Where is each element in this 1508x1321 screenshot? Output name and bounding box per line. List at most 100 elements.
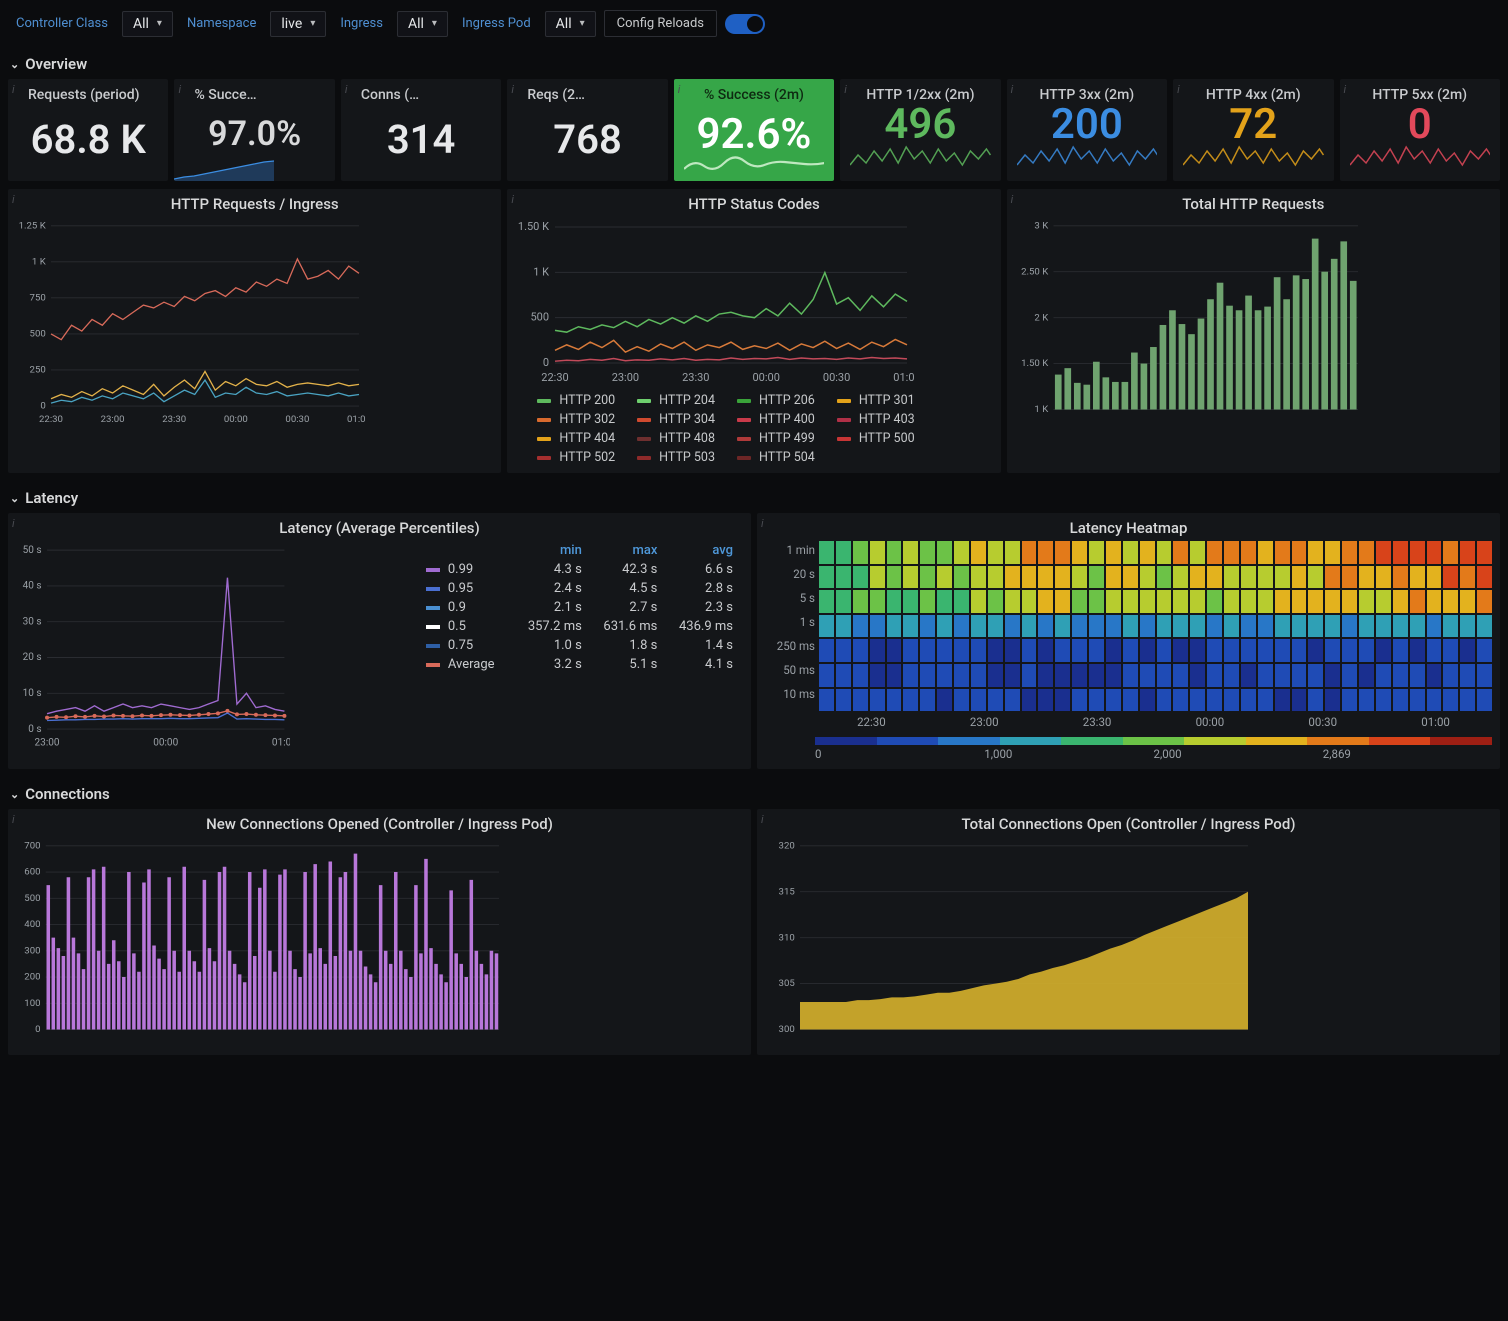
heatmap-cell <box>937 590 952 613</box>
legend-item[interactable]: HTTP 400 <box>737 412 815 427</box>
heatmap-cell <box>1359 689 1374 712</box>
info-icon[interactable]: i <box>761 813 764 826</box>
heatmap-cell <box>1072 615 1087 638</box>
heatmap-cell <box>1190 590 1205 613</box>
heatmap-cell <box>1089 639 1104 662</box>
heatmap-cell <box>1477 590 1492 613</box>
row-header-connections[interactable]: ⌄ Connections <box>8 777 1500 809</box>
row-header-overview[interactable]: ⌄ Overview <box>8 47 1500 79</box>
stat-card-0[interactable]: i Requests (period) 68.8 K <box>8 79 168 181</box>
info-icon[interactable]: i <box>12 517 15 530</box>
heatmap-cell <box>1123 566 1138 589</box>
legend-item[interactable]: HTTP 504 <box>737 450 815 465</box>
info-icon[interactable]: i <box>1011 193 1014 206</box>
heatmap-cell <box>1477 639 1492 662</box>
heatmap-cell <box>920 689 935 712</box>
heatmap-cell <box>954 615 969 638</box>
info-icon[interactable]: i <box>1011 83 1014 96</box>
table-row[interactable]: 0.9 2.1 s2.7 s2.3 s <box>420 598 739 617</box>
legend-item[interactable]: HTTP 204 <box>637 393 715 408</box>
info-icon[interactable]: i <box>761 517 764 530</box>
legend-item[interactable]: HTTP 304 <box>637 412 715 427</box>
stat-card-7[interactable]: i HTTP 4xx (2m) 72 <box>1173 79 1333 181</box>
heatmap-cell <box>1005 689 1020 712</box>
legend-item[interactable]: HTTP 499 <box>737 431 815 446</box>
legend-item[interactable]: HTTP 200 <box>537 393 615 408</box>
row-header-latency[interactable]: ⌄ Latency <box>8 481 1500 513</box>
table-row[interactable]: Average 3.2 s5.1 s4.1 s <box>420 655 739 674</box>
heatmap-cell <box>1055 689 1070 712</box>
table-row[interactable]: 0.5 357.2 ms631.6 ms436.9 ms <box>420 617 739 636</box>
chevron-down-icon: ▾ <box>310 18 315 29</box>
heatmap-cell <box>1275 615 1290 638</box>
dropdown-ingress[interactable]: All▾ <box>397 11 448 37</box>
heatmap-cell <box>1359 590 1374 613</box>
dropdown-ingress-pod[interactable]: All▾ <box>545 11 596 37</box>
heatmap-cell <box>1292 590 1307 613</box>
svg-text:22:30: 22:30 <box>542 371 569 384</box>
stat-card-5[interactable]: i HTTP 1/2xx (2m) 496 <box>840 79 1000 181</box>
heatmap-cell <box>887 639 902 662</box>
table-row[interactable]: 0.95 2.4 s4.5 s2.8 s <box>420 579 739 598</box>
info-icon[interactable]: i <box>12 83 15 96</box>
heatmap-cell <box>819 664 834 687</box>
heatmap-cell <box>1258 566 1273 589</box>
heatmap-cell <box>1157 639 1172 662</box>
heatmap-cell <box>1308 541 1323 564</box>
table-row[interactable]: 0.99 4.3 s42.3 s6.6 s <box>420 560 739 579</box>
heatmap-cell <box>937 639 952 662</box>
heatmap-cell <box>1443 664 1458 687</box>
legend-item[interactable]: HTTP 500 <box>837 431 915 446</box>
panel-http-requests-ingress: i HTTP Requests / Ingress 02505007501 K1… <box>8 189 501 473</box>
info-icon[interactable]: i <box>178 83 181 96</box>
info-icon[interactable]: i <box>1177 83 1180 96</box>
stat-card-1[interactable]: i % Succe… 97.0% <box>174 79 334 181</box>
heatmap-cell <box>1308 615 1323 638</box>
heatmap-cell <box>1089 590 1104 613</box>
legend-item[interactable]: HTTP 404 <box>537 431 615 446</box>
toggle-config-reloads[interactable] <box>725 14 765 34</box>
chevron-down-icon: ▾ <box>157 18 162 29</box>
label-ingress-pod: Ingress Pod <box>456 12 537 35</box>
heatmap-cell <box>903 541 918 564</box>
dropdown-controller-class[interactable]: All▾ <box>122 11 173 37</box>
legend-item[interactable]: HTTP 403 <box>837 412 915 427</box>
heatmap-cell <box>1005 590 1020 613</box>
legend-item[interactable]: HTTP 408 <box>637 431 715 446</box>
stat-card-3[interactable]: i Reqs (2… 768 <box>507 79 667 181</box>
heatmap-cell <box>1258 639 1273 662</box>
legend-item[interactable]: HTTP 302 <box>537 412 615 427</box>
info-icon[interactable]: i <box>511 83 514 96</box>
heatmap-cell <box>1376 664 1391 687</box>
info-icon[interactable]: i <box>1344 83 1347 96</box>
table-row[interactable]: 0.75 1.0 s1.8 s1.4 s <box>420 636 739 655</box>
stat-card-4[interactable]: i % Success (2m) 92.6% <box>674 79 834 181</box>
info-icon[interactable]: i <box>511 193 514 206</box>
stat-card-2[interactable]: i Conns (… 314 <box>341 79 501 181</box>
info-icon[interactable]: i <box>844 83 847 96</box>
info-icon[interactable]: i <box>678 83 681 96</box>
info-icon[interactable]: i <box>345 83 348 96</box>
stat-card-6[interactable]: i HTTP 3xx (2m) 200 <box>1007 79 1167 181</box>
legend-item[interactable]: HTTP 301 <box>837 393 915 408</box>
heatmap-cell <box>1376 541 1391 564</box>
legend-item[interactable]: HTTP 206 <box>737 393 815 408</box>
heatmap-cell <box>1359 664 1374 687</box>
legend-item[interactable]: HTTP 503 <box>637 450 715 465</box>
heatmap-cell <box>1224 590 1239 613</box>
dropdown-namespace[interactable]: live▾ <box>270 11 326 37</box>
heatmap-cell <box>1055 541 1070 564</box>
heatmap-cell <box>1106 541 1121 564</box>
heatmap-cell <box>937 541 952 564</box>
heatmap-cell <box>1393 590 1408 613</box>
legend-item[interactable]: HTTP 502 <box>537 450 615 465</box>
svg-text:23:00: 23:00 <box>101 414 125 425</box>
heatmap-cell <box>1292 664 1307 687</box>
info-icon[interactable]: i <box>12 193 15 206</box>
svg-text:0: 0 <box>35 1024 40 1035</box>
svg-text:600: 600 <box>24 867 40 878</box>
info-icon[interactable]: i <box>12 813 15 826</box>
svg-text:23:30: 23:30 <box>162 414 186 425</box>
heatmap-cell <box>1427 639 1442 662</box>
stat-card-8[interactable]: i HTTP 5xx (2m) 0 <box>1340 79 1500 181</box>
